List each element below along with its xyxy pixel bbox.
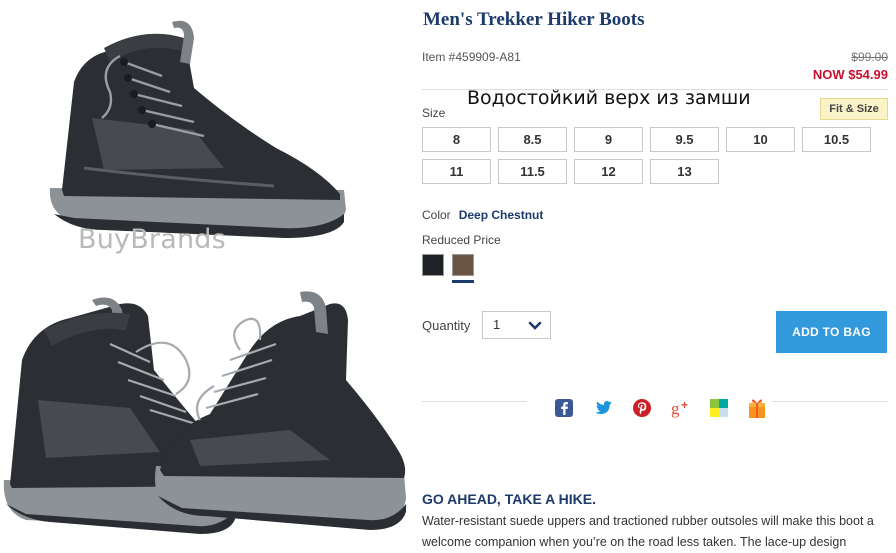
size-option[interactable]: 10 (726, 127, 795, 152)
twitter-icon[interactable] (592, 397, 614, 419)
svg-text:g: g (671, 399, 680, 418)
wishlist-icon[interactable] (708, 397, 730, 419)
selected-swatch-indicator (452, 280, 474, 283)
size-label: Size (422, 106, 446, 120)
product-title: Men's Trekker Hiker Boots (423, 9, 645, 30)
size-option[interactable]: 9.5 (650, 127, 719, 152)
add-to-bag-button[interactable]: ADD TO BAG (776, 311, 887, 353)
color-selected-value: Deep Chestnut (458, 208, 544, 222)
size-option[interactable]: 8 (422, 127, 491, 152)
boot-pair-image (3, 291, 406, 534)
sale-price: NOW $54.99 (812, 67, 888, 82)
quantity-label: Quantity (422, 318, 471, 333)
color-label: Color (422, 208, 451, 222)
watermark-text: BuyBrands (78, 224, 226, 255)
quantity-value: 1 (493, 317, 501, 332)
size-option[interactable]: 8.5 (498, 127, 567, 152)
fit-size-link[interactable]: Fit & Size (820, 98, 888, 120)
quantity-select[interactable]: 1 (482, 311, 551, 339)
share-divider-left (422, 401, 527, 402)
original-price: $99.00 (851, 50, 888, 64)
size-option[interactable]: 9 (574, 127, 643, 152)
overlay-caption: Водостойкий верх из замши (467, 87, 751, 109)
chevron-down-icon (528, 319, 542, 331)
size-option[interactable]: 10.5 (802, 127, 871, 152)
swatch-black[interactable] (422, 254, 444, 276)
boot-side-photo[interactable] (44, 18, 354, 250)
size-option[interactable]: 11.5 (498, 159, 567, 184)
product-info-panel: Men's Trekker Hiker Boots Item #459909-A… (410, 0, 896, 553)
google-plus-icon[interactable]: g + (670, 397, 692, 419)
gift-icon[interactable] (746, 397, 768, 419)
product-photos: BuyBrands (0, 0, 410, 553)
reduced-price-label: Reduced Price (422, 233, 501, 247)
swatch-deep-chestnut[interactable] (452, 254, 474, 276)
boot-pair-photo[interactable] (0, 290, 410, 553)
description-heading: GO AHEAD, TAKE A HIKE. (422, 491, 596, 507)
pinterest-icon[interactable] (631, 397, 653, 419)
size-option[interactable]: 12 (574, 159, 643, 184)
facebook-icon[interactable] (553, 397, 575, 419)
svg-text:+: + (681, 398, 688, 412)
description-body: Water-resistant suede uppers and tractio… (422, 514, 874, 549)
share-divider-right (772, 401, 888, 402)
color-row: Color Deep Chestnut (422, 208, 543, 222)
size-option[interactable]: 11 (422, 159, 491, 184)
item-number: Item #459909-A81 (422, 50, 521, 64)
size-option[interactable]: 13 (650, 159, 719, 184)
size-options: 8 8.5 9 9.5 10 10.5 11 11.5 12 13 (422, 127, 892, 184)
boot-side-image (49, 20, 346, 238)
